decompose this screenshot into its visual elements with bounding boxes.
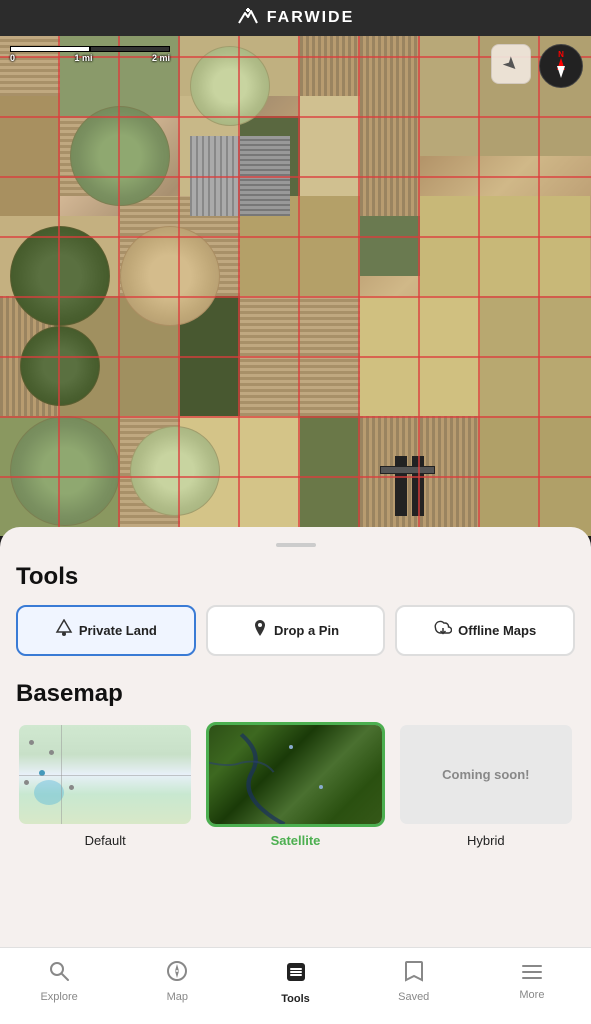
basemap-section-title: Basemap bbox=[16, 680, 575, 708]
map-highlight bbox=[34, 780, 64, 805]
cloud-download-icon bbox=[434, 620, 452, 641]
scale-segment-white bbox=[10, 46, 90, 52]
map-dot bbox=[29, 740, 34, 745]
drop-pin-button[interactable]: Drop a Pin bbox=[206, 605, 386, 656]
compass[interactable]: N bbox=[539, 44, 583, 88]
coming-soon-label: Coming soon! bbox=[442, 767, 529, 782]
map-view[interactable]: 0 1 mi 2 mi ➤ N bbox=[0, 36, 591, 536]
map-road bbox=[19, 775, 191, 776]
location-arrow-icon: ➤ bbox=[498, 51, 524, 77]
bottom-sheet: Tools Private Land Drop a Pin bbox=[0, 527, 591, 947]
map-dot bbox=[69, 785, 74, 790]
offline-maps-label: Offline Maps bbox=[458, 623, 536, 638]
nav-tools-label: Tools bbox=[281, 993, 310, 1005]
nav-explore[interactable]: Explore bbox=[0, 956, 118, 1003]
scale-label-0: 0 bbox=[10, 53, 15, 63]
basemap-satellite-preview bbox=[209, 725, 381, 824]
nav-tools[interactable]: Tools bbox=[236, 956, 354, 1005]
tools-row: Private Land Drop a Pin Offline Maps bbox=[16, 605, 575, 656]
compass-needle-south bbox=[557, 66, 565, 78]
app-header: FARWIDE bbox=[0, 0, 591, 36]
tools-section-title: Tools bbox=[16, 563, 575, 591]
basemap-hybrid-label: Hybrid bbox=[467, 833, 505, 848]
map-dot bbox=[24, 780, 29, 785]
nav-explore-label: Explore bbox=[40, 991, 77, 1003]
nav-more[interactable]: More bbox=[473, 956, 591, 1001]
basemap-default-label: Default bbox=[85, 833, 126, 848]
mountain-pin-icon bbox=[55, 619, 73, 642]
basemap-default-thumb bbox=[16, 722, 194, 827]
compass-icon bbox=[166, 960, 188, 988]
map-dot bbox=[49, 750, 54, 755]
boundary-overlay bbox=[0, 36, 591, 536]
search-icon bbox=[48, 960, 70, 988]
pin-icon bbox=[252, 619, 268, 642]
basemap-row: Default Satellite bbox=[16, 722, 575, 848]
location-button[interactable]: ➤ bbox=[491, 44, 531, 84]
bookmark-icon bbox=[404, 960, 424, 988]
scale-segment-dark bbox=[90, 46, 170, 52]
drop-pin-label: Drop a Pin bbox=[274, 623, 339, 638]
basemap-default[interactable]: Default bbox=[16, 722, 194, 848]
app-logo: FARWIDE bbox=[237, 7, 354, 30]
layers-icon bbox=[284, 960, 308, 990]
nav-more-label: More bbox=[519, 989, 544, 1001]
bottom-nav: Explore Map Tools bbox=[0, 947, 591, 1024]
nav-map[interactable]: Map bbox=[118, 956, 236, 1003]
nav-saved-label: Saved bbox=[398, 991, 429, 1003]
app-name: FARWIDE bbox=[267, 9, 354, 27]
drag-handle[interactable] bbox=[276, 543, 316, 547]
nav-saved[interactable]: Saved bbox=[355, 956, 473, 1003]
nav-map-label: Map bbox=[167, 991, 188, 1003]
private-land-button[interactable]: Private Land bbox=[16, 605, 196, 656]
basemap-satellite-label: Satellite bbox=[271, 833, 321, 848]
basemap-satellite[interactable]: Satellite bbox=[206, 722, 384, 848]
basemap-satellite-thumb bbox=[206, 722, 384, 827]
basemap-hybrid-preview: Coming soon! bbox=[400, 725, 572, 824]
logo-icon bbox=[237, 7, 259, 30]
private-land-label: Private Land bbox=[79, 623, 157, 638]
scale-label-2: 2 mi bbox=[152, 53, 170, 63]
scale-bar: 0 1 mi 2 mi bbox=[10, 46, 170, 63]
scale-label-1: 1 mi bbox=[74, 53, 92, 63]
basemap-hybrid[interactable]: Coming soon! Hybrid bbox=[397, 722, 575, 848]
map-background: 0 1 mi 2 mi ➤ N bbox=[0, 36, 591, 536]
offline-maps-button[interactable]: Offline Maps bbox=[395, 605, 575, 656]
basemap-default-preview bbox=[19, 725, 191, 824]
compass-dial: N bbox=[547, 52, 575, 80]
basemap-hybrid-thumb: Coming soon! bbox=[397, 722, 575, 827]
menu-icon bbox=[521, 960, 543, 986]
